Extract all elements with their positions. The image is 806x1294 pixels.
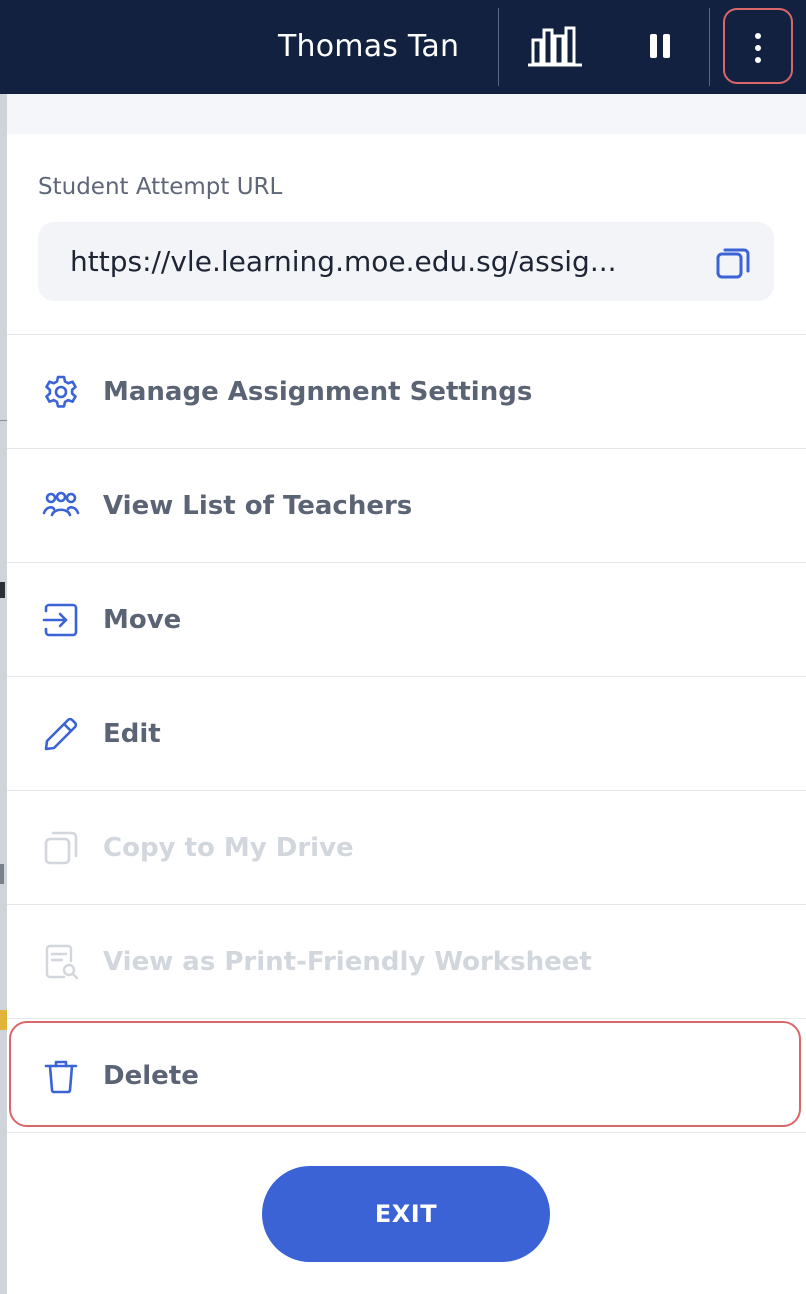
assignment-options-panel: Student Attempt URL https://vle.learning…	[7, 94, 806, 1294]
menu-item-label: View as Print-Friendly Worksheet	[103, 947, 592, 977]
menu-divider	[7, 1132, 806, 1133]
pause-button[interactable]	[640, 24, 680, 70]
exit-button[interactable]: EXIT	[262, 1166, 550, 1262]
move-icon	[42, 603, 78, 637]
more-options-button[interactable]	[723, 8, 793, 84]
menu-item-label: Manage Assignment Settings	[103, 377, 533, 407]
trash-icon	[44, 1060, 78, 1094]
url-value[interactable]: https://vle.learning.moe.edu.sg/assig...	[70, 242, 680, 282]
more-vertical-icon	[755, 33, 761, 63]
url-label: Student Attempt URL	[38, 174, 283, 200]
menu-item-print-worksheet[interactable]: View as Print-Friendly Worksheet	[7, 904, 806, 1018]
background-text-fragment	[0, 864, 4, 884]
menu-item-label: Delete	[103, 1061, 199, 1091]
user-name[interactable]: Thomas Tan	[278, 28, 459, 66]
pencil-icon	[44, 717, 78, 751]
header-divider	[498, 8, 499, 86]
student-attempt-url-field[interactable]: https://vle.learning.moe.edu.sg/assig...	[38, 222, 774, 301]
menu-item-edit[interactable]: Edit	[7, 676, 806, 790]
document-search-icon	[45, 944, 79, 980]
copy-icon	[716, 248, 750, 279]
menu-item-move[interactable]: Move	[7, 562, 806, 676]
background-text-fragment	[0, 582, 5, 598]
menu-item-view-teachers[interactable]: View List of Teachers	[7, 448, 806, 562]
users-icon	[42, 491, 80, 517]
menu-item-delete[interactable]: Delete	[7, 1018, 806, 1132]
top-bar: Thomas Tan	[0, 0, 806, 94]
copy-icon	[44, 831, 78, 865]
background-accent	[0, 1010, 7, 1030]
gear-icon	[45, 375, 77, 408]
menu-item-label: View List of Teachers	[103, 491, 413, 521]
background-page	[0, 94, 7, 1294]
panel-top-band	[7, 94, 806, 134]
menu-item-label: Edit	[103, 719, 161, 749]
stats-button[interactable]	[525, 22, 585, 70]
pause-icon	[650, 34, 670, 58]
header-divider	[709, 8, 710, 86]
menu-item-manage-settings[interactable]: Manage Assignment Settings	[7, 334, 806, 448]
copy-url-button[interactable]	[715, 245, 751, 281]
background-divider	[0, 420, 7, 421]
menu-item-label: Copy to My Drive	[103, 833, 354, 863]
bar-chart-icon	[528, 26, 582, 67]
menu-item-copy-to-drive[interactable]: Copy to My Drive	[7, 790, 806, 904]
menu-item-label: Move	[103, 605, 182, 635]
